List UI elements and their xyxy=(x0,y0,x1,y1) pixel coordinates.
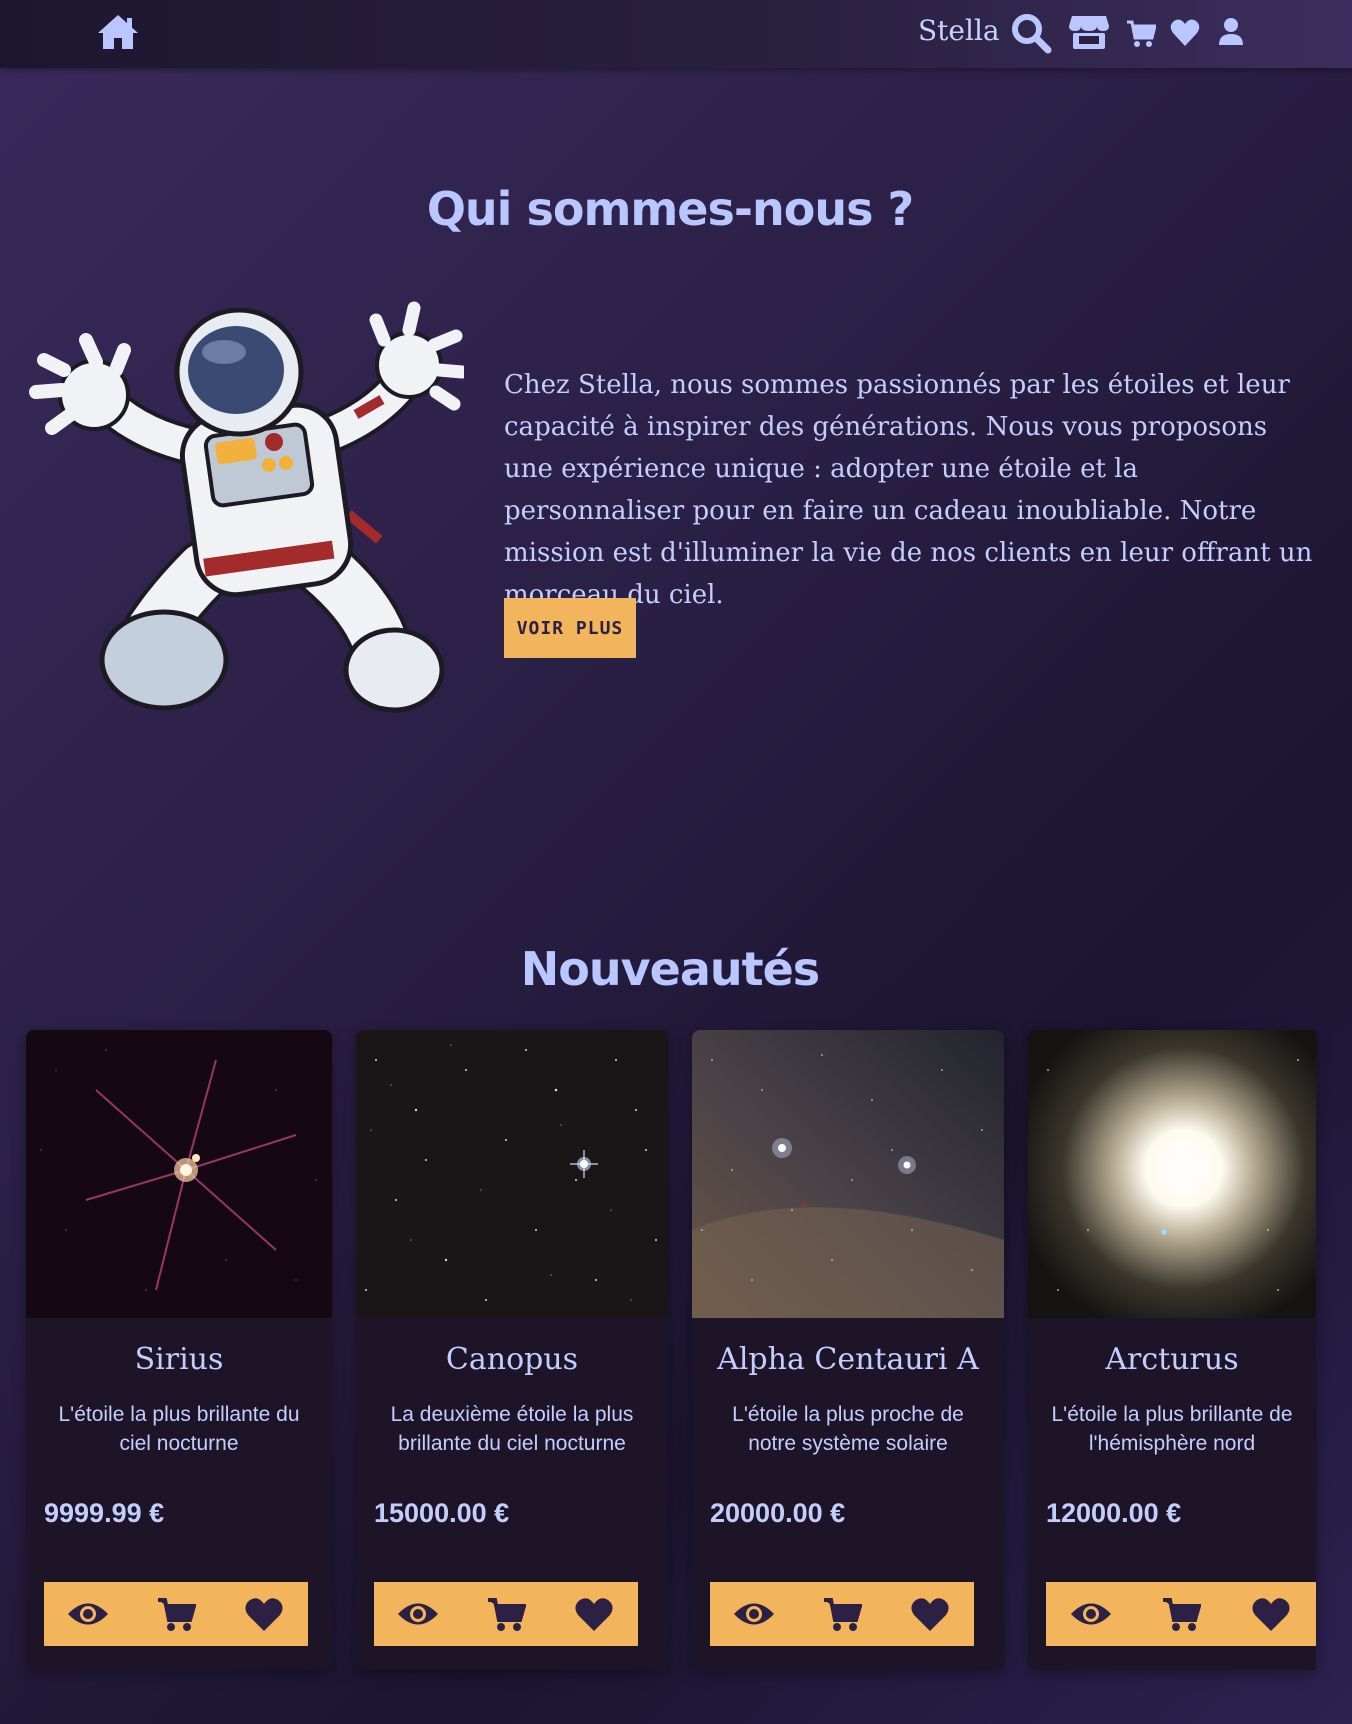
product-price: 12000.00 € xyxy=(1046,1498,1182,1528)
user-icon[interactable] xyxy=(1218,12,1244,52)
cart-icon[interactable] xyxy=(478,1590,534,1638)
new-products-title: Nouveautés xyxy=(520,942,820,996)
heart-icon[interactable] xyxy=(566,1590,622,1638)
eye-icon[interactable] xyxy=(1063,1590,1119,1638)
product-card: Arcturus L'étoile la plus brillante de l… xyxy=(1028,1030,1316,1670)
heart-icon[interactable] xyxy=(1243,1590,1299,1638)
store-icon[interactable] xyxy=(1068,12,1110,52)
product-name[interactable]: Canopus xyxy=(356,1342,668,1377)
product-description: L'étoile la plus brillante du ciel noctu… xyxy=(58,1403,300,1455)
product-image-arcturus[interactable] xyxy=(1028,1030,1316,1318)
product-price: 20000.00 € xyxy=(710,1498,846,1528)
product-name[interactable]: Arcturus xyxy=(1028,1342,1316,1377)
product-price: 9999.99 € xyxy=(44,1498,165,1528)
eye-icon[interactable] xyxy=(60,1590,116,1638)
heart-icon[interactable] xyxy=(1170,12,1200,52)
cart-icon[interactable] xyxy=(1153,1590,1209,1638)
eye-icon[interactable] xyxy=(390,1590,446,1638)
cart-icon[interactable] xyxy=(148,1590,204,1638)
search-icon[interactable] xyxy=(1010,12,1054,54)
cart-icon[interactable] xyxy=(1126,12,1156,52)
product-name[interactable]: Alpha Centauri A xyxy=(692,1342,1004,1377)
product-name[interactable]: Sirius xyxy=(26,1342,332,1377)
product-actions xyxy=(710,1582,974,1646)
product-image-sirius[interactable] xyxy=(26,1030,332,1318)
heart-icon[interactable] xyxy=(902,1590,958,1638)
cart-icon[interactable] xyxy=(814,1590,870,1638)
home-icon[interactable] xyxy=(96,13,140,51)
eye-icon[interactable] xyxy=(726,1590,782,1638)
product-card: Canopus La deuxième étoile la plus brill… xyxy=(356,1030,668,1670)
top-navbar: Stella xyxy=(0,0,1352,68)
about-text: Chez Stella, nous sommes passionnés par … xyxy=(504,370,1313,610)
heart-icon[interactable] xyxy=(236,1590,292,1638)
product-price: 15000.00 € xyxy=(374,1498,510,1528)
astronaut-illustration xyxy=(24,300,469,720)
product-card: Sirius L'étoile la plus brillante du cie… xyxy=(26,1030,332,1670)
product-actions xyxy=(44,1582,308,1646)
voir-plus-button[interactable]: VOIR PLUS xyxy=(504,598,636,658)
product-description: L'étoile la plus brillante de l'hémisphè… xyxy=(1051,1403,1293,1455)
product-actions xyxy=(374,1582,638,1646)
product-image-canopus[interactable] xyxy=(356,1030,668,1318)
brand-name[interactable]: Stella xyxy=(918,14,1000,48)
product-actions xyxy=(1046,1582,1316,1646)
product-description: La deuxième étoile la plus brillante du … xyxy=(390,1403,634,1455)
about-title: Qui sommes-nous ? xyxy=(426,182,914,236)
product-description: L'étoile la plus proche de notre système… xyxy=(732,1403,964,1455)
product-card: Alpha Centauri A L'étoile la plus proche… xyxy=(692,1030,1004,1670)
product-image-alpha-centauri-a[interactable] xyxy=(692,1030,1004,1318)
